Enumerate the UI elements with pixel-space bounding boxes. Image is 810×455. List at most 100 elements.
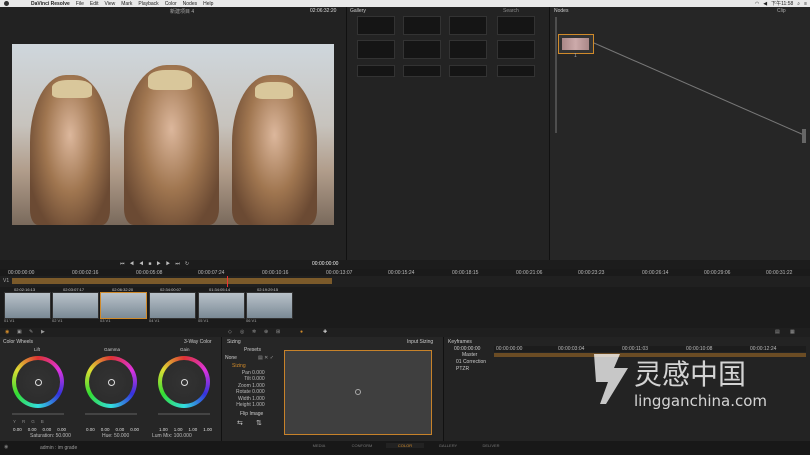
sizing-tool-icon[interactable]: ⊞ bbox=[276, 329, 280, 335]
motion-tab-icon[interactable]: ▶ bbox=[41, 329, 45, 335]
lift-b[interactable]: 0.00 bbox=[57, 427, 66, 432]
still-slot[interactable] bbox=[357, 16, 395, 35]
gain-r[interactable]: 1.00 bbox=[174, 427, 183, 432]
page-tab-media[interactable]: MEDIA bbox=[300, 443, 338, 448]
gamma-y[interactable]: 0.00 bbox=[86, 427, 95, 432]
user-icon[interactable]: ◉ bbox=[4, 444, 8, 450]
gamma-b[interactable]: 0.00 bbox=[130, 427, 139, 432]
still-slot[interactable] bbox=[497, 65, 535, 77]
page-tab-color[interactable]: COLOR bbox=[386, 443, 424, 448]
gain-g[interactable]: 1.00 bbox=[189, 427, 198, 432]
clip-thumbnail-selected[interactable] bbox=[100, 292, 147, 319]
saturation-value[interactable]: Saturation: 50.000 bbox=[30, 433, 71, 439]
menu-nodes[interactable]: Nodes bbox=[183, 1, 197, 7]
hue-value[interactable]: Hue: 50.000 bbox=[102, 433, 129, 439]
flip-horizontal-icon[interactable]: ⇆ bbox=[237, 419, 243, 427]
curves-tab-icon[interactable]: ▣ bbox=[17, 329, 22, 335]
menu-app-name[interactable]: DaVinci Resolve bbox=[31, 1, 70, 7]
menu-clock[interactable]: 下午11:58 bbox=[771, 0, 793, 7]
still-slot[interactable] bbox=[357, 40, 395, 59]
lift-y[interactable]: 0.00 bbox=[13, 427, 22, 432]
menu-view[interactable]: View bbox=[105, 1, 116, 7]
preset-actions[interactable]: ▤ ✕ ✓ bbox=[258, 355, 274, 361]
tracker-tool-icon[interactable]: ◎ bbox=[240, 329, 244, 335]
search-icon[interactable]: ⌕ bbox=[797, 1, 800, 7]
preset-select[interactable]: None bbox=[225, 355, 237, 361]
kf-track-correction[interactable]: 01 Correction bbox=[456, 359, 486, 365]
timeline-ruler[interactable]: 00:00:00:00 00:00:02:16 00:00:05:08 00:0… bbox=[0, 269, 810, 276]
timeline-track[interactable]: V1 bbox=[0, 276, 810, 287]
clip-thumbnail[interactable] bbox=[246, 292, 293, 319]
node-01[interactable] bbox=[558, 34, 594, 54]
gain-y[interactable]: 1.00 bbox=[159, 427, 168, 432]
page-tab-deliver[interactable]: DELIVER bbox=[472, 443, 510, 448]
still-slot[interactable] bbox=[403, 40, 441, 59]
clip-thumbnail[interactable] bbox=[4, 292, 51, 319]
param-width[interactable]: 1.000 bbox=[252, 396, 265, 402]
apple-icon[interactable] bbox=[4, 1, 9, 6]
still-slot[interactable] bbox=[357, 65, 395, 77]
lift-wheel-handle[interactable] bbox=[35, 379, 42, 386]
kf-track-master[interactable]: Master bbox=[462, 352, 477, 358]
still-slot[interactable] bbox=[449, 65, 487, 77]
grid-icon[interactable]: ▦ bbox=[790, 329, 795, 335]
lum-mix-value[interactable]: Lum Mix: 100.000 bbox=[152, 433, 192, 439]
param-rotate[interactable]: 0.000 bbox=[252, 389, 265, 395]
gain-master-slider[interactable] bbox=[158, 413, 210, 415]
still-slot[interactable] bbox=[497, 16, 535, 35]
gain-wheel-handle[interactable] bbox=[181, 379, 188, 386]
still-slot[interactable] bbox=[403, 16, 441, 35]
menu-mark[interactable]: Mark bbox=[121, 1, 132, 7]
still-slot[interactable] bbox=[497, 40, 535, 59]
clip-thumbnail[interactable] bbox=[52, 292, 99, 319]
menu-edit[interactable]: Edit bbox=[90, 1, 99, 7]
param-height[interactable]: 1.000 bbox=[252, 402, 265, 408]
color-mode-select[interactable]: 3-Way Color bbox=[184, 339, 212, 345]
list-icon[interactable]: ≡ bbox=[804, 1, 807, 7]
lift-r[interactable]: 0.00 bbox=[28, 427, 37, 432]
page-tab-gallery[interactable]: GALLERY bbox=[429, 443, 467, 448]
sizing-frame-preview[interactable] bbox=[284, 350, 432, 435]
wifi-icon[interactable]: ◠ bbox=[755, 1, 759, 7]
clip-thumbnail[interactable] bbox=[149, 292, 196, 319]
kf-track-ptzr[interactable]: PTZR bbox=[456, 366, 469, 372]
channel-y: Y bbox=[13, 419, 17, 424]
timeline-clip-bar[interactable] bbox=[12, 278, 332, 284]
clip-thumbnail[interactable] bbox=[198, 292, 245, 319]
blur-tool-icon[interactable]: ✲ bbox=[252, 329, 256, 335]
stereo-tool-icon[interactable]: ● bbox=[300, 329, 303, 335]
gallery-search[interactable]: Search bbox=[503, 8, 519, 14]
color-wheels-tab-icon[interactable]: ◉ bbox=[5, 329, 9, 335]
param-zoom[interactable]: 1.000 bbox=[252, 383, 265, 389]
transport-controls[interactable]: ⏮◀◀■▶▶⏭↻ bbox=[120, 261, 194, 267]
gamma-g[interactable]: 0.00 bbox=[116, 427, 125, 432]
layout-icon[interactable]: ▤ bbox=[775, 329, 780, 335]
watermark-title: 灵感中国 bbox=[634, 358, 746, 391]
page-tab-conform[interactable]: CONFORM bbox=[343, 443, 381, 448]
lift-g[interactable]: 0.00 bbox=[43, 427, 52, 432]
still-slot[interactable] bbox=[449, 40, 487, 59]
menu-file[interactable]: File bbox=[76, 1, 84, 7]
gamma-master-slider[interactable] bbox=[85, 413, 137, 415]
flip-vertical-icon[interactable]: ⇅ bbox=[256, 419, 262, 427]
still-slot[interactable] bbox=[403, 65, 441, 77]
still-slot[interactable] bbox=[449, 16, 487, 35]
active-tool-icon[interactable]: ✚ bbox=[323, 329, 327, 335]
param-tilt[interactable]: 0.000 bbox=[252, 376, 265, 382]
qualifier-tab-icon[interactable]: ✎ bbox=[29, 329, 33, 335]
input-sizing-select[interactable]: Input Sizing bbox=[407, 339, 433, 345]
gamma-r[interactable]: 0.00 bbox=[101, 427, 110, 432]
key-tool-icon[interactable]: ⊕ bbox=[264, 329, 268, 335]
menu-playback[interactable]: Playback bbox=[138, 1, 158, 7]
playhead[interactable] bbox=[227, 276, 228, 287]
sizing-center-handle[interactable] bbox=[355, 389, 361, 395]
gamma-wheel-handle[interactable] bbox=[108, 379, 115, 386]
param-pan[interactable]: 0.000 bbox=[252, 370, 265, 376]
menu-help[interactable]: Help bbox=[203, 1, 213, 7]
volume-icon[interactable]: ◀ bbox=[763, 1, 767, 7]
menu-color[interactable]: Color bbox=[165, 1, 177, 7]
video-frame[interactable] bbox=[12, 44, 334, 225]
gain-b[interactable]: 1.00 bbox=[203, 427, 212, 432]
lift-master-slider[interactable] bbox=[12, 413, 64, 415]
window-tool-icon[interactable]: ◇ bbox=[228, 329, 232, 335]
